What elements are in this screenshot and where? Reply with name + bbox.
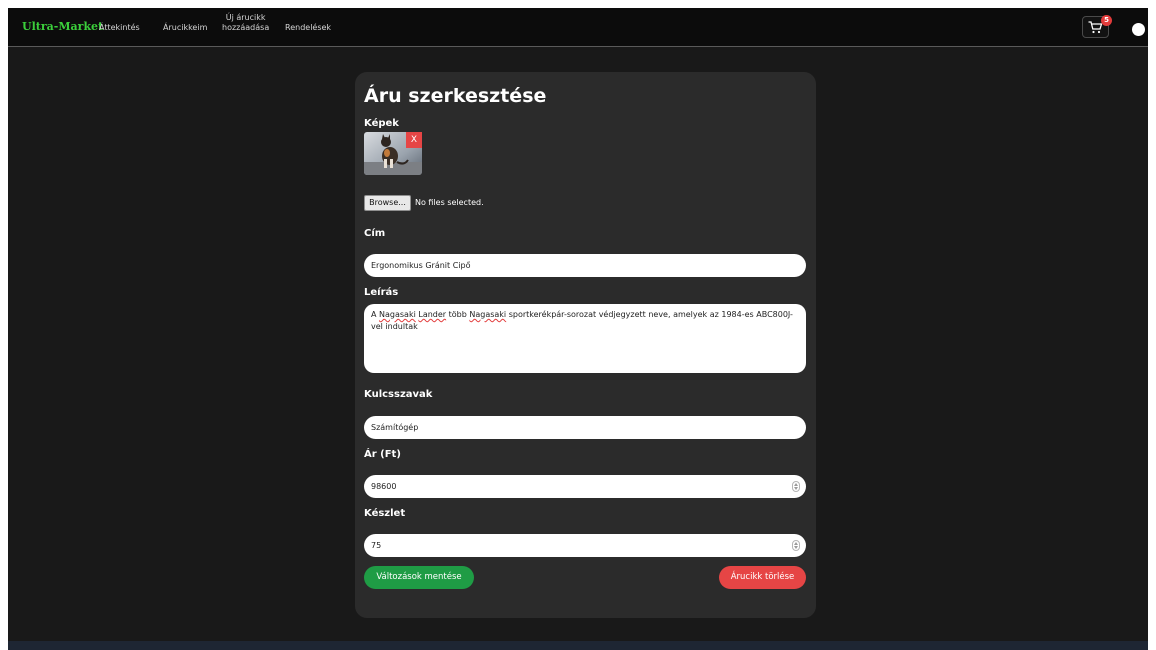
- description-misspelled-word: Nagasaki: [469, 310, 507, 319]
- description-label: Leírás: [364, 287, 399, 298]
- description-misspelled-word: Lander: [418, 310, 447, 319]
- nav-link-my-items[interactable]: Árucikkeim: [163, 23, 207, 32]
- description-textarea[interactable]: A Nagasaki Lander több Nagasaki sportker…: [364, 304, 806, 373]
- top-navbar: Ultra-Market Áttekintés Árucikkeim Új ár…: [8, 8, 1148, 47]
- spinner-icon[interactable]: [792, 540, 800, 551]
- nav-link-new-item-line2: hozzáadása: [222, 23, 270, 32]
- images-label: Képek: [364, 118, 399, 129]
- spinner-icon[interactable]: [792, 481, 800, 492]
- title-input[interactable]: Ergonomikus Gránit Cipő: [364, 254, 806, 277]
- description-text-part: több: [446, 310, 470, 319]
- save-changes-button[interactable]: Változások mentése: [364, 566, 474, 589]
- page-title: Áru szerkesztése: [364, 85, 547, 107]
- price-value: 98600: [371, 482, 397, 491]
- delete-item-button[interactable]: Árucikk törlése: [719, 566, 806, 589]
- price-input[interactable]: 98600: [364, 475, 806, 498]
- nav-link-orders[interactable]: Rendelések: [285, 23, 331, 32]
- brand-logo[interactable]: Ultra-Market: [22, 20, 103, 33]
- keywords-input[interactable]: Számítógép: [364, 416, 806, 439]
- keywords-label: Kulcsszavak: [364, 389, 433, 400]
- browse-button[interactable]: Browse...: [364, 195, 411, 211]
- title-label: Cím: [364, 228, 386, 239]
- nav-link-new-item[interactable]: Új árucikk hozzáadása: [222, 13, 269, 33]
- description-text-part: A: [371, 310, 380, 319]
- price-label: Ár (Ft): [364, 449, 401, 460]
- edit-item-card: Áru szerkesztése Képek X Browse... No fi…: [355, 72, 816, 618]
- stock-value: 75: [371, 541, 382, 550]
- remove-image-button[interactable]: X: [406, 132, 422, 148]
- app-frame: Ultra-Market Áttekintés Árucikkeim Új ár…: [8, 8, 1148, 650]
- nav-link-overview[interactable]: Áttekintés: [99, 23, 140, 32]
- nav-link-new-item-line1: Új árucikk: [225, 13, 266, 22]
- description-misspelled-word: Nagasaki: [379, 310, 416, 319]
- avatar[interactable]: [1132, 23, 1145, 36]
- stock-input[interactable]: 75: [364, 534, 806, 557]
- footer: [8, 641, 1148, 650]
- stock-label: Készlet: [364, 508, 406, 519]
- cart-count-badge: 5: [1101, 15, 1112, 26]
- file-status-text: No files selected.: [415, 198, 484, 207]
